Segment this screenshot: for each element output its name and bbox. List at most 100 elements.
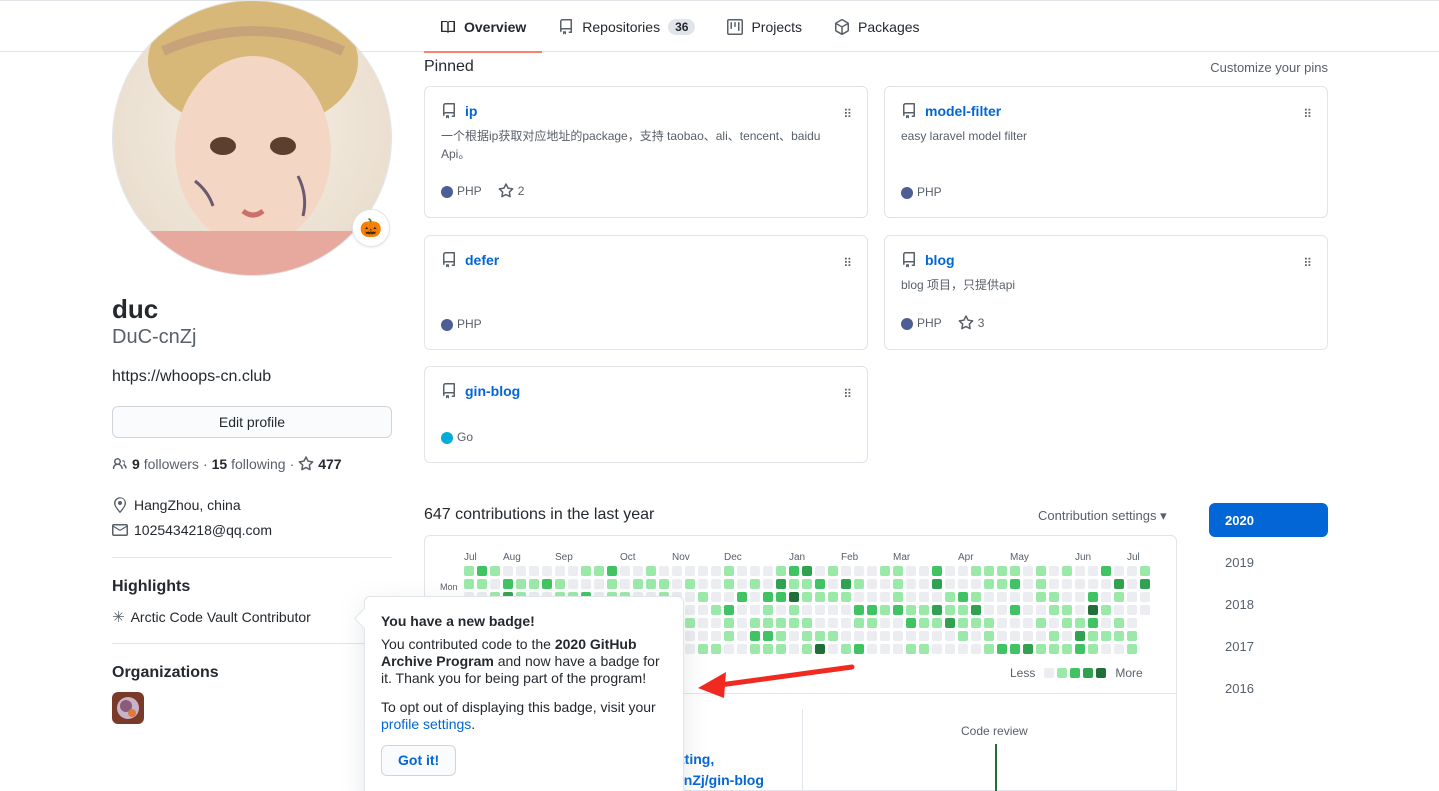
contribution-day[interactable] <box>828 618 838 628</box>
contribution-day[interactable] <box>529 579 539 589</box>
contribution-day[interactable] <box>906 592 916 602</box>
contribution-day[interactable] <box>1088 605 1098 615</box>
contribution-day[interactable] <box>958 631 968 641</box>
contribution-day[interactable] <box>737 592 747 602</box>
contribution-day[interactable] <box>932 631 942 641</box>
contribution-day[interactable] <box>945 631 955 641</box>
contribution-day[interactable] <box>1023 631 1033 641</box>
contribution-day[interactable] <box>880 566 890 576</box>
contribution-day[interactable] <box>503 579 513 589</box>
contribution-day[interactable] <box>815 605 825 615</box>
contribution-day[interactable] <box>672 579 682 589</box>
contribution-day[interactable] <box>594 566 604 576</box>
contribution-day[interactable] <box>815 592 825 602</box>
contribution-day[interactable] <box>997 644 1007 654</box>
contribution-day[interactable] <box>828 605 838 615</box>
contribution-day[interactable] <box>724 579 734 589</box>
contribution-day[interactable] <box>659 566 669 576</box>
contribution-day[interactable] <box>1088 592 1098 602</box>
contribution-day[interactable] <box>945 618 955 628</box>
contribution-day[interactable] <box>1088 644 1098 654</box>
contribution-day[interactable] <box>802 644 812 654</box>
contribution-day[interactable] <box>607 579 617 589</box>
contribution-day[interactable] <box>919 566 929 576</box>
contribution-day[interactable] <box>1127 618 1137 628</box>
contribution-day[interactable] <box>464 566 474 576</box>
contribution-day[interactable] <box>776 566 786 576</box>
contribution-day[interactable] <box>1062 618 1072 628</box>
contribution-day[interactable] <box>1140 566 1150 576</box>
contribution-day[interactable] <box>633 566 643 576</box>
contribution-day[interactable] <box>893 579 903 589</box>
contribution-day[interactable] <box>841 618 851 628</box>
contribution-day[interactable] <box>1114 579 1124 589</box>
email-link[interactable]: 1025434218@qq.com <box>134 522 272 538</box>
contribution-day[interactable] <box>971 579 981 589</box>
contribution-day[interactable] <box>1062 605 1072 615</box>
contribution-day[interactable] <box>1049 579 1059 589</box>
contribution-day[interactable] <box>789 605 799 615</box>
contribution-day[interactable] <box>789 579 799 589</box>
drag-handle-icon[interactable]: ⠿ <box>843 107 852 121</box>
contribution-day[interactable] <box>919 644 929 654</box>
contribution-day[interactable] <box>763 592 773 602</box>
contribution-day[interactable] <box>945 592 955 602</box>
year-2018[interactable]: 2018 <box>1209 587 1328 621</box>
contribution-day[interactable] <box>880 618 890 628</box>
contribution-day[interactable] <box>1101 566 1111 576</box>
contribution-day[interactable] <box>685 605 695 615</box>
contribution-day[interactable] <box>750 592 760 602</box>
contribution-day[interactable] <box>1036 592 1046 602</box>
contribution-day[interactable] <box>490 579 500 589</box>
contribution-day[interactable] <box>1114 592 1124 602</box>
contribution-day[interactable] <box>698 631 708 641</box>
contribution-day[interactable] <box>672 566 682 576</box>
contribution-day[interactable] <box>711 644 721 654</box>
contribution-day[interactable] <box>724 618 734 628</box>
contribution-day[interactable] <box>698 605 708 615</box>
contribution-day[interactable] <box>1036 618 1046 628</box>
repo-stars[interactable]: 2 <box>498 183 524 199</box>
organization-avatar[interactable] <box>112 692 144 724</box>
contribution-day[interactable] <box>542 566 552 576</box>
contribution-day[interactable] <box>880 644 890 654</box>
contribution-day[interactable] <box>1114 618 1124 628</box>
contribution-day[interactable] <box>555 566 565 576</box>
tab-projects[interactable]: Projects <box>711 1 818 52</box>
contribution-day[interactable] <box>932 579 942 589</box>
following-link[interactable]: 15 following <box>212 456 286 472</box>
contribution-day[interactable] <box>581 579 591 589</box>
contribution-day[interactable] <box>1114 631 1124 641</box>
contribution-day[interactable] <box>620 566 630 576</box>
edit-profile-button[interactable]: Edit profile <box>112 406 392 438</box>
contribution-day[interactable] <box>1023 592 1033 602</box>
year-2020[interactable]: 2020 <box>1209 503 1328 537</box>
contribution-day[interactable] <box>1127 566 1137 576</box>
contribution-day[interactable] <box>1088 631 1098 641</box>
contribution-day[interactable] <box>1127 631 1137 641</box>
contribution-day[interactable] <box>1023 644 1033 654</box>
contribution-day[interactable] <box>815 618 825 628</box>
got-it-button[interactable]: Got it! <box>381 745 457 776</box>
drag-handle-icon[interactable]: ⠿ <box>1303 107 1312 121</box>
contribution-day[interactable] <box>1062 579 1072 589</box>
contribution-day[interactable] <box>984 592 994 602</box>
repo-name-link[interactable]: model-filter <box>925 103 1001 119</box>
contribution-day[interactable] <box>1023 605 1033 615</box>
contribution-day[interactable] <box>854 579 864 589</box>
contribution-day[interactable] <box>737 566 747 576</box>
contribution-day[interactable] <box>854 605 864 615</box>
contribution-day[interactable] <box>477 566 487 576</box>
contribution-day[interactable] <box>1088 579 1098 589</box>
repo-name-link[interactable]: defer <box>465 252 499 268</box>
contribution-day[interactable] <box>984 579 994 589</box>
tab-packages[interactable]: Packages <box>818 1 935 52</box>
contribution-day[interactable] <box>685 579 695 589</box>
customize-pins-link[interactable]: Customize your pins <box>1210 60 1328 75</box>
contribution-day[interactable] <box>1010 618 1020 628</box>
drag-handle-icon[interactable]: ⠿ <box>843 387 852 401</box>
contribution-day[interactable] <box>698 592 708 602</box>
contribution-day[interactable] <box>841 605 851 615</box>
status-emoji[interactable]: 🎃 <box>352 209 390 247</box>
contribution-day[interactable] <box>854 566 864 576</box>
